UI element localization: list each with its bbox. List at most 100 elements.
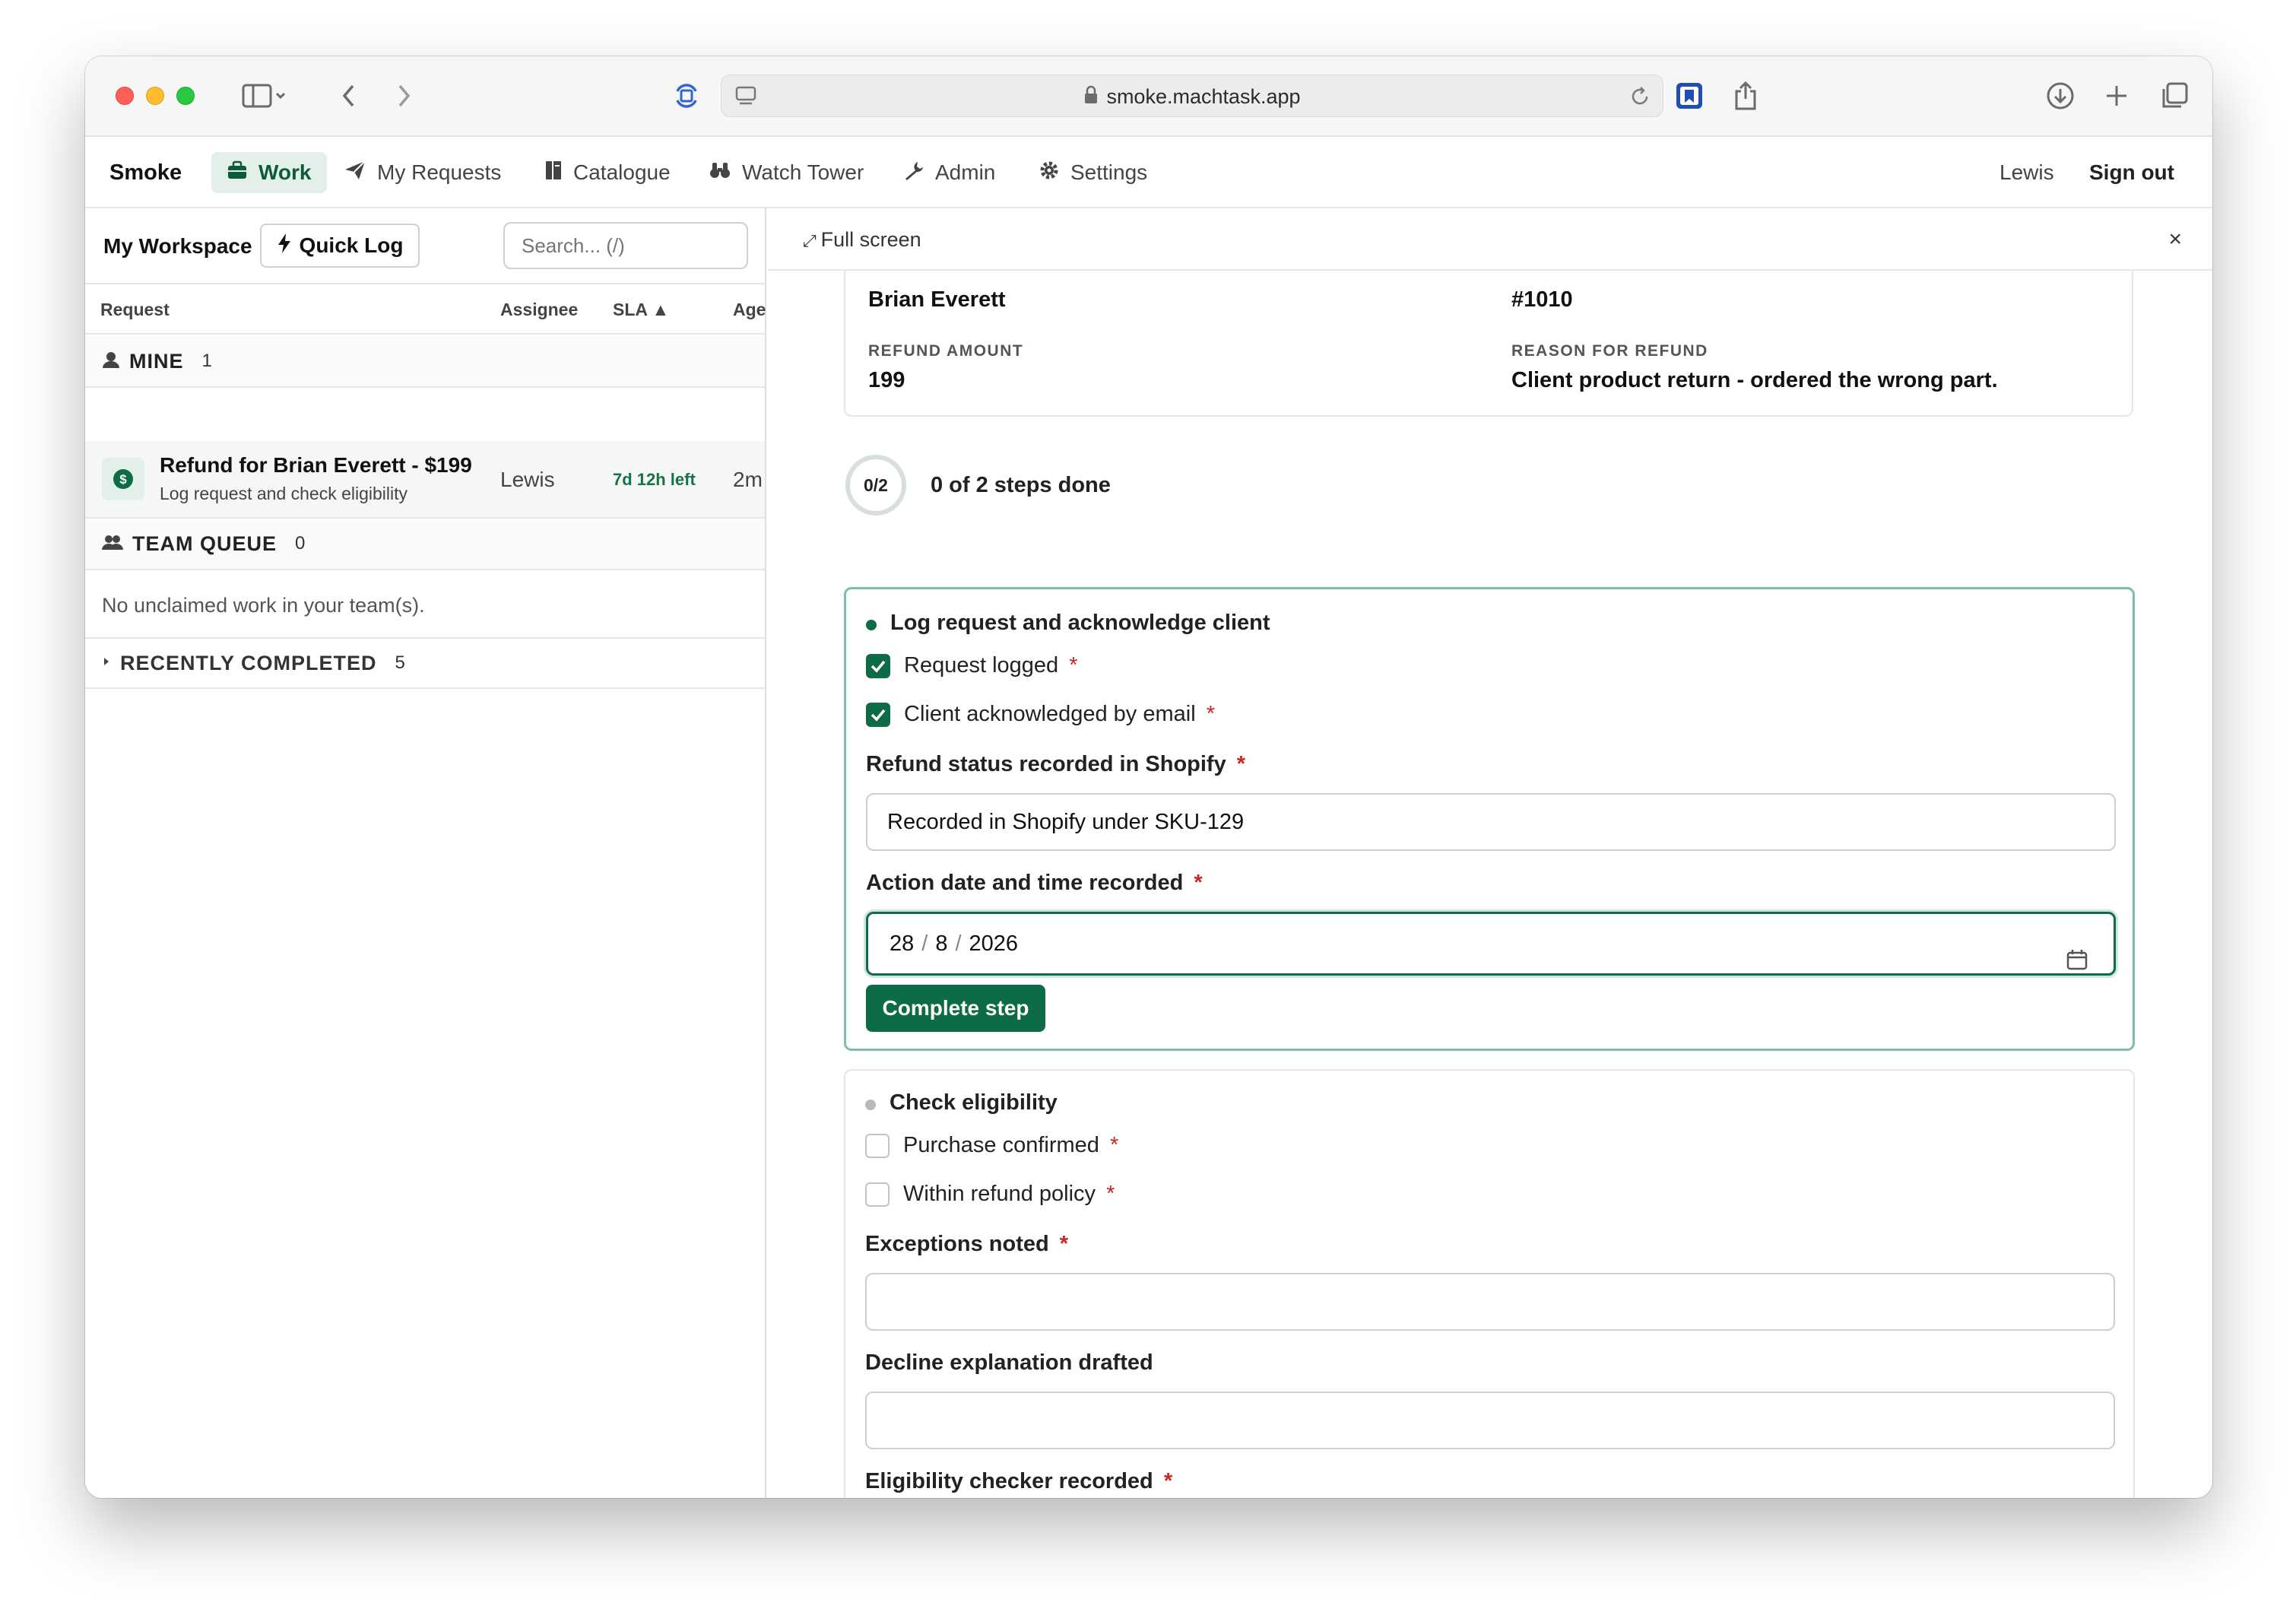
column-sla[interactable]: SLA ▲ [613,284,669,335]
new-tab-icon[interactable] [2095,76,2138,116]
close-detail-button[interactable]: × [2168,208,2182,271]
reason-value: Client product return - ordered the wron… [1511,368,1998,392]
book-icon [544,160,563,186]
nav-settings-label: Settings [1070,160,1148,184]
nav-watch-tower-label: Watch Tower [742,160,864,184]
exceptions-noted-input[interactable] [865,1273,2115,1331]
forward-icon[interactable] [385,76,423,116]
user-name[interactable]: Lewis [1999,137,2054,208]
column-request[interactable]: Request [100,284,170,335]
checkbox-label: Request logged [904,653,1059,678]
back-icon[interactable] [330,76,368,116]
calendar-icon[interactable] [2066,934,2088,993]
extension-sync-icon[interactable] [668,76,706,116]
team-icon [102,533,123,555]
sidebar-toggle-icon[interactable] [234,76,295,116]
svg-text:$: $ [119,472,127,487]
app-navbar: Smoke Work My Requests Catalogue Watch T… [85,137,2212,208]
dollar-icon: $ [102,458,144,500]
refund-amount-value: 199 [868,368,905,392]
tab-overview-icon[interactable] [2153,76,2196,116]
binoculars-icon [709,160,731,186]
required-marker: * [1206,702,1216,726]
nav-my-requests[interactable]: My Requests [328,152,516,193]
sign-out-link[interactable]: Sign out [2089,137,2174,208]
reload-icon[interactable] [1629,86,1651,111]
address-bar[interactable]: smoke.machtask.app [721,75,1663,117]
checkbox-checked-icon[interactable] [866,702,890,727]
eligibility-checker-label: Eligibility checker recorded * [865,1469,1172,1494]
complete-step-button[interactable]: Complete step [866,985,1045,1032]
checkbox-checked-icon[interactable] [866,653,890,678]
brand-logo[interactable]: Smoke [109,137,182,208]
empty-queue-message: No unclaimed work in your team(s). [85,572,765,639]
checkbox-request-logged[interactable]: Request logged * [866,653,1078,678]
zoom-window-button[interactable] [176,87,195,105]
progress-label: 0 of 2 steps done [931,473,1111,497]
lock-icon [1083,77,1099,119]
minimize-window-button[interactable] [146,87,164,105]
column-age[interactable]: Age [733,284,766,335]
checkbox-label: Within refund policy [903,1182,1096,1206]
download-icon[interactable] [2039,76,2082,116]
detail-scroll-area[interactable]: Brian Everett #1010 REFUND AMOUNT 199 RE… [768,225,2212,1498]
decline-explanation-input[interactable] [865,1392,2115,1449]
step-title: Log request and acknowledge client [890,611,1270,635]
briefcase-icon [227,160,248,186]
required-marker: * [1059,1232,1069,1256]
action-date-label: Action date and time recorded * [866,871,1203,896]
date-day[interactable]: 28 [890,931,914,956]
section-recently-completed-count: 5 [395,652,405,673]
nav-settings[interactable]: Settings [1023,152,1162,193]
pending-step-dot [865,1100,876,1110]
request-table-header: Request Assignee SLA ▲ Age [85,284,766,335]
section-team-queue-count: 0 [295,533,306,554]
quick-log-button[interactable]: Quick Log [260,224,420,268]
required-marker: * [1236,752,1246,776]
checkbox-label: Client acknowledged by email [904,702,1196,726]
checkbox-within-refund-policy[interactable]: Within refund policy * [865,1182,1115,1207]
caret-right-icon [102,656,111,671]
required-marker: * [1106,1182,1115,1206]
bookmark-extension-icon[interactable] [1668,76,1711,116]
step-card-check-eligibility: Check eligibility Purchase confirmed * W… [844,1069,2135,1498]
url-text: smoke.machtask.app [721,75,1663,118]
decline-explanation-label: Decline explanation drafted [865,1350,1153,1375]
column-assignee[interactable]: Assignee [500,284,578,335]
progress-fraction: 0/2 [864,475,888,495]
step-title: Check eligibility [890,1090,1058,1115]
section-recently-completed[interactable]: RECENTLY COMPLETED 5 [85,639,765,689]
request-row[interactable]: $ Refund for Brian Everett - $199 Log re… [85,441,765,519]
lightning-icon [277,233,292,259]
nav-watch-tower[interactable]: Watch Tower [693,152,879,193]
required-marker: * [1163,1469,1173,1493]
shopify-status-label: Refund status recorded in Shopify * [866,752,1245,777]
action-date-input[interactable]: 28/8/2026 [866,912,2116,976]
nav-admin[interactable]: Admin [888,152,1010,193]
date-month[interactable]: 8 [935,931,947,956]
shopify-status-input[interactable]: Recorded in Shopify under SKU-129 [866,793,2116,851]
required-marker: * [1109,1133,1119,1157]
checkbox-client-acknowledged[interactable]: Client acknowledged by email * [866,702,1215,727]
checkbox-unchecked-icon[interactable] [865,1133,890,1158]
request-sla: 7d 12h left [613,470,696,489]
search-input[interactable] [503,222,748,269]
full-screen-button[interactable]: ⤢ Full screen [803,208,921,272]
step-card-log-request: Log request and acknowledge client Reque… [844,587,2135,1051]
nav-catalogue[interactable]: Catalogue [529,152,686,193]
checkbox-unchecked-icon[interactable] [865,1182,890,1207]
url-label: smoke.machtask.app [1106,85,1301,108]
section-mine[interactable]: MINE 1 [85,336,765,388]
share-icon[interactable] [1724,76,1767,116]
checkbox-purchase-confirmed[interactable]: Purchase confirmed * [865,1133,1118,1158]
nav-work[interactable]: Work [211,152,327,193]
gear-icon [1039,160,1060,186]
date-year[interactable]: 2026 [969,931,1019,956]
close-window-button[interactable] [116,87,134,105]
section-team-queue-label: TEAM QUEUE [132,532,277,555]
section-team-queue[interactable]: TEAM QUEUE 0 [85,519,765,570]
nav-work-label: Work [258,160,312,184]
request-age: 2m [733,468,763,491]
expand-icon: ⤢ [803,231,817,250]
reason-label: REASON FOR REFUND [1511,342,1708,360]
